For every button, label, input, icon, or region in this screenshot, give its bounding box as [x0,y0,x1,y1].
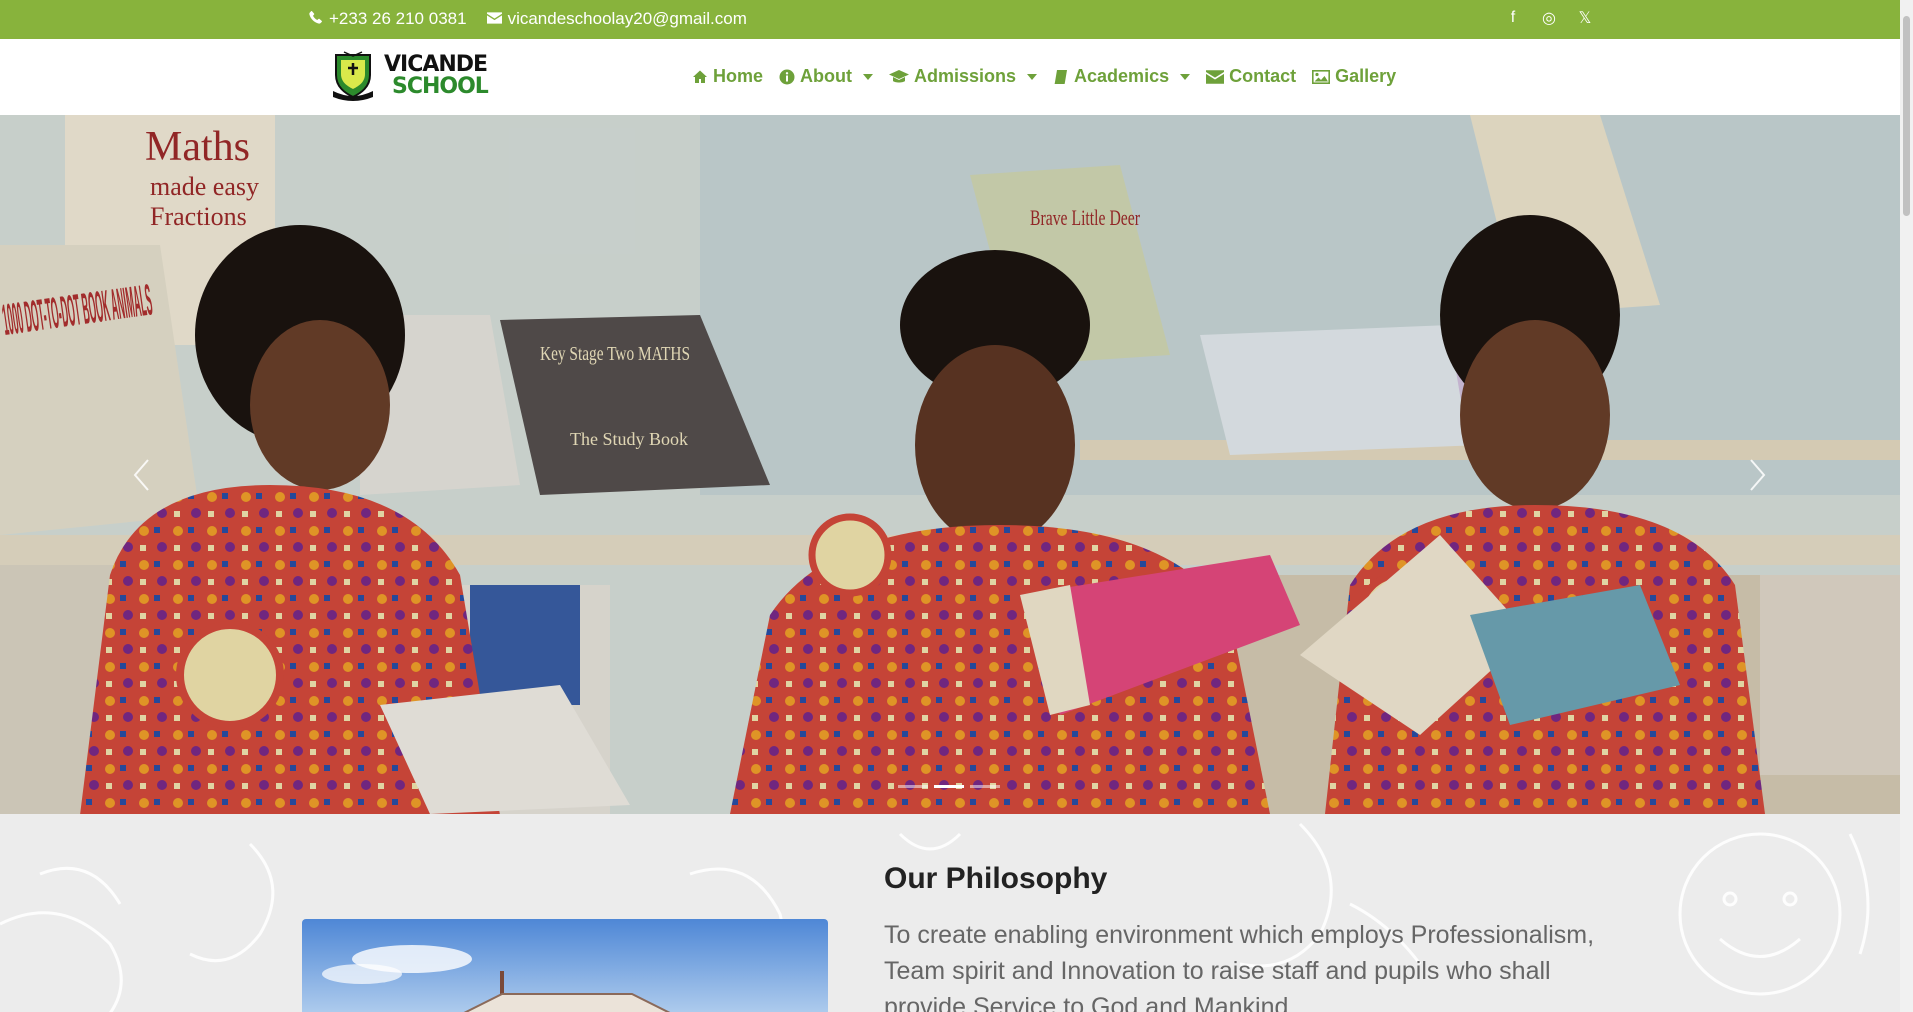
nav-gallery[interactable]: Gallery [1312,66,1396,87]
brand-line1: VICANDE [384,52,488,77]
nav-admissions-dropdown[interactable]: Admissions [889,66,1038,87]
phone-number: +233 26 210 0381 [329,9,467,28]
envelope-icon [1206,69,1225,84]
nav-contact-label: Contact [1229,66,1297,86]
chevron-right-icon [1750,459,1766,491]
email-link[interactable]: vicandeschoolay20@gmail.com [486,9,747,29]
page-scrollbar[interactable] [1900,0,1913,1012]
email-address: vicandeschoolay20@gmail.com [507,9,747,28]
home-icon [693,70,707,83]
main-navbar: VICANDE SCHOOL Home About Admissions Aca… [0,39,1900,115]
philosophy-section: Our Philosophy To create enabling enviro… [0,814,1900,1012]
nav-about-label: About [800,66,852,86]
carousel-indicator-2[interactable] [934,785,964,788]
philosophy-text: To create enabling environment which emp… [884,921,1595,1012]
chevron-down-icon [1027,73,1038,80]
graduation-cap-icon [889,69,909,82]
instagram-icon[interactable]: ◎ [1541,8,1557,28]
x-twitter-icon[interactable]: 𝕏 [1577,8,1593,28]
nav-gallery-label: Gallery [1335,66,1397,86]
chevron-down-icon [863,73,873,80]
chevron-down-icon [1180,73,1191,80]
nav-home[interactable]: Home [692,66,763,87]
brand-line2: SCHOOL [392,74,489,99]
school-crest-icon [333,51,373,101]
school-building-photo [302,919,828,1012]
facebook-icon[interactable]: f [1505,8,1521,28]
nav-academics-dropdown[interactable]: Academics [1053,66,1191,87]
carousel-indicator-1[interactable] [898,785,928,788]
image-icon [1312,69,1331,84]
school-wordmark: VICANDE SCHOOL [384,52,489,99]
phone-link[interactable]: +233 26 210 0381 [309,9,467,29]
carousel-prev-button[interactable] [112,445,172,505]
info-circle-icon [779,69,795,84]
nav-admissions-label: Admissions [914,66,1017,86]
school-logo[interactable]: VICANDE SCHOOL [330,51,489,101]
building-image [302,919,828,1012]
contact-info: +233 26 210 0381 vicandeschoolay20@gmail… [309,9,747,29]
top-contact-bar: +233 26 210 0381 vicandeschoolay20@gmail… [0,0,1900,39]
carousel-indicator-3[interactable] [970,785,1000,788]
hero-slide-image: Maths made easy Fractions 1000 DOT-TO-DO… [0,115,1900,814]
nav-home-label: Home [713,66,764,86]
philosophy-title: Our Philosophy [884,862,1108,895]
nav-menu: Home About Admissions Academics Contact … [692,66,1396,87]
envelope-icon [486,9,502,29]
book-icon [1054,69,1068,84]
hero-carousel: Maths made easy Fractions 1000 DOT-TO-DO… [0,115,1900,814]
nav-academics-label: Academics [1074,66,1170,86]
nav-contact[interactable]: Contact [1206,66,1296,87]
chevron-left-icon [133,459,149,491]
carousel-indicators [898,785,1000,788]
carousel-next-button[interactable] [1727,445,1787,505]
nav-about-dropdown[interactable]: About [779,66,873,87]
scrollbar-thumb[interactable] [1903,16,1910,216]
social-links: f ◎ 𝕏 [1505,8,1593,28]
phone-icon [309,9,323,29]
